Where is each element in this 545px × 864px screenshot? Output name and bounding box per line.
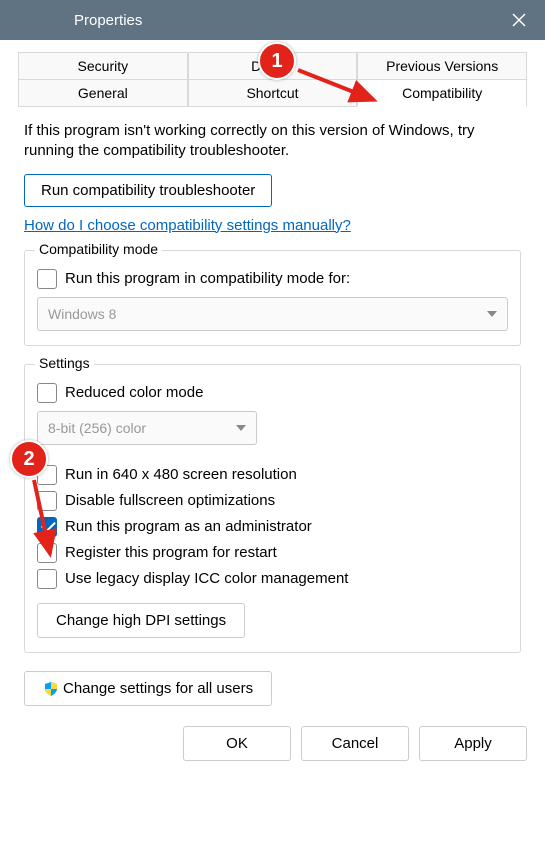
compatibility-mode-legend: Compatibility mode (35, 241, 162, 257)
tab-pane-compatibility: If this program isn't working correctly … (18, 107, 527, 716)
compat-mode-checkbox[interactable] (37, 269, 57, 289)
change-high-dpi-button[interactable]: Change high DPI settings (37, 603, 245, 638)
close-icon (511, 12, 527, 28)
annotation-arrow-1 (296, 62, 396, 115)
chevron-down-icon (487, 311, 497, 317)
shield-icon (43, 681, 59, 697)
color-mode-select-value: 8-bit (256) color (48, 420, 146, 436)
close-button[interactable] (507, 8, 531, 32)
change-settings-all-users-button[interactable]: Change settings for all users (24, 671, 272, 706)
tab-general[interactable]: General (18, 79, 188, 107)
disable-fullscreen-label: Disable fullscreen optimizations (65, 492, 275, 509)
compat-mode-label: Run this program in compatibility mode f… (65, 270, 350, 287)
legacy-icc-label: Use legacy display ICC color management (65, 570, 348, 587)
compat-mode-select-value: Windows 8 (48, 306, 116, 322)
cancel-button[interactable]: Cancel (301, 726, 409, 761)
title-bar: Properties (0, 0, 545, 40)
dialog-button-bar: OK Cancel Apply (0, 716, 545, 775)
change-settings-all-users-label: Change settings for all users (63, 680, 253, 697)
color-mode-select[interactable]: 8-bit (256) color (37, 411, 257, 445)
annotation-arrow-2 (28, 478, 68, 571)
legacy-icc-checkbox[interactable] (37, 569, 57, 589)
run-compatibility-troubleshooter-button[interactable]: Run compatibility troubleshooter (24, 174, 272, 207)
run-640x480-label: Run in 640 x 480 screen resolution (65, 466, 297, 483)
annotation-badge-2: 2 (10, 440, 48, 478)
help-link[interactable]: How do I choose compatibility settings m… (24, 217, 351, 234)
settings-legend: Settings (35, 355, 94, 371)
chevron-down-icon (236, 425, 246, 431)
run-as-admin-label: Run this program as an administrator (65, 518, 312, 535)
compatibility-mode-group: Compatibility mode Run this program in c… (24, 250, 521, 346)
settings-group: Settings Reduced color mode 8-bit (256) … (24, 364, 521, 653)
compat-mode-select[interactable]: Windows 8 (37, 297, 508, 331)
apply-button[interactable]: Apply (419, 726, 527, 761)
reduced-color-checkbox[interactable] (37, 383, 57, 403)
intro-text: If this program isn't working correctly … (24, 121, 521, 162)
tab-security[interactable]: Security (18, 52, 188, 79)
annotation-badge-1: 1 (258, 42, 296, 80)
register-restart-label: Register this program for restart (65, 544, 277, 561)
reduced-color-label: Reduced color mode (65, 384, 203, 401)
window-title: Properties (14, 12, 507, 29)
ok-button[interactable]: OK (183, 726, 291, 761)
